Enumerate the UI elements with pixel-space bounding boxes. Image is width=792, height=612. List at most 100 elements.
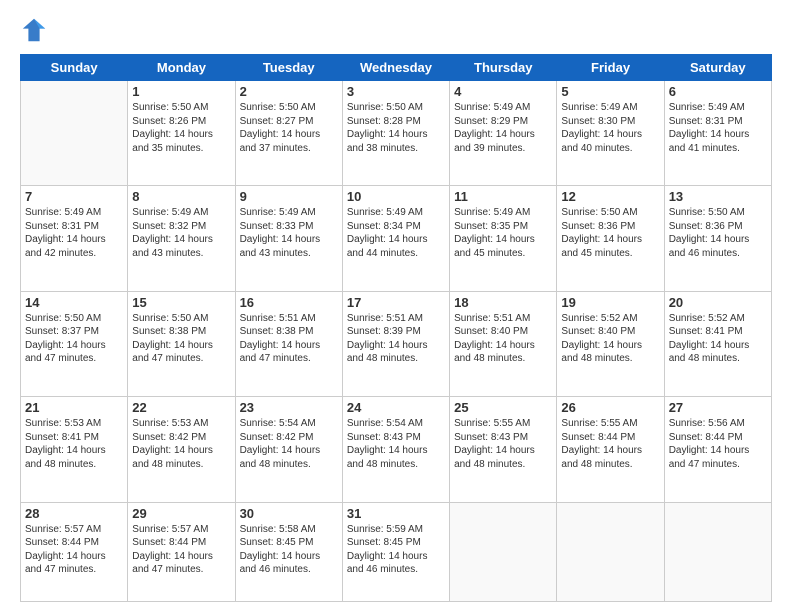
calendar-cell: 14 Sunrise: 5:50 AMSunset: 8:37 PMDayligh… <box>21 291 128 396</box>
weekday-header-wednesday: Wednesday <box>342 55 449 81</box>
calendar-cell: 5 Sunrise: 5:49 AMSunset: 8:30 PMDaylight… <box>557 81 664 186</box>
day-number: 27 <box>669 400 767 415</box>
calendar-cell: 2Sunrise: 5:50 AMSunset: 8:27 PMDaylight… <box>235 81 342 186</box>
week-row-4: 21 Sunrise: 5:53 AMSunset: 8:41 PMDayligh… <box>21 397 772 502</box>
day-number: 17 <box>347 295 445 310</box>
calendar-cell: 7Sunrise: 5:49 AMSunset: 8:31 PMDaylight… <box>21 186 128 291</box>
weekday-header-saturday: Saturday <box>664 55 771 81</box>
weekday-header-friday: Friday <box>557 55 664 81</box>
weekday-header-sunday: Sunday <box>21 55 128 81</box>
day-info: Sunrise: 5:50 AMSunset: 8:38 PMDaylight:… <box>132 312 230 366</box>
calendar-cell: 10 Sunrise: 5:49 AMSunset: 8:34 PMDayligh… <box>342 186 449 291</box>
weekday-header-tuesday: Tuesday <box>235 55 342 81</box>
day-info: Sunrise: 5:49 AMSunset: 8:34 PMDaylight:… <box>347 206 445 260</box>
day-number: 15 <box>132 295 230 310</box>
day-number: 2 <box>240 84 338 99</box>
day-info: Sunrise: 5:51 AMSunset: 8:39 PMDaylight:… <box>347 312 445 366</box>
day-number: 5 <box>561 84 659 99</box>
day-info: Sunrise: 5:57 AMSunset: 8:44 PMDaylight:… <box>25 523 123 577</box>
day-number: 10 <box>347 189 445 204</box>
day-number: 23 <box>240 400 338 415</box>
day-info: Sunrise: 5:49 AMSunset: 8:31 PMDaylight:… <box>25 206 123 260</box>
calendar-cell: 8 Sunrise: 5:49 AMSunset: 8:32 PMDaylight… <box>128 186 235 291</box>
day-number: 28 <box>25 506 123 521</box>
calendar-cell: 16Sunrise: 5:51 AMSunset: 8:38 PMDayligh… <box>235 291 342 396</box>
day-number: 3 <box>347 84 445 99</box>
day-number: 24 <box>347 400 445 415</box>
day-info: Sunrise: 5:59 AMSunset: 8:45 PMDaylight:… <box>347 523 445 577</box>
calendar-cell: 27 Sunrise: 5:56 AMSunset: 8:44 PMDayligh… <box>664 397 771 502</box>
day-info: Sunrise: 5:53 AMSunset: 8:41 PMDaylight:… <box>25 417 123 471</box>
calendar-cell <box>557 502 664 601</box>
day-info: Sunrise: 5:49 AMSunset: 8:32 PMDaylight:… <box>132 206 230 260</box>
calendar-body: 1 Sunrise: 5:50 AMSunset: 8:26 PMDaylight… <box>21 81 772 602</box>
day-info: Sunrise: 5:53 AMSunset: 8:42 PMDaylight:… <box>132 417 230 471</box>
day-info: Sunrise: 5:51 AMSunset: 8:38 PMDaylight:… <box>240 312 338 366</box>
calendar-cell: 31 Sunrise: 5:59 AMSunset: 8:45 PMDayligh… <box>342 502 449 601</box>
day-info: Sunrise: 5:50 AMSunset: 8:36 PMDaylight:… <box>561 206 659 260</box>
day-number: 11 <box>454 189 552 204</box>
day-number: 19 <box>561 295 659 310</box>
day-info: Sunrise: 5:56 AMSunset: 8:44 PMDaylight:… <box>669 417 767 471</box>
day-number: 13 <box>669 189 767 204</box>
week-row-1: 1 Sunrise: 5:50 AMSunset: 8:26 PMDaylight… <box>21 81 772 186</box>
day-info: Sunrise: 5:49 AMSunset: 8:35 PMDaylight:… <box>454 206 552 260</box>
calendar-cell: 9Sunrise: 5:49 AMSunset: 8:33 PMDaylight… <box>235 186 342 291</box>
weekday-header-row: SundayMondayTuesdayWednesdayThursdayFrid… <box>21 55 772 81</box>
day-info: Sunrise: 5:49 AMSunset: 8:29 PMDaylight:… <box>454 101 552 155</box>
day-number: 18 <box>454 295 552 310</box>
day-info: Sunrise: 5:50 AMSunset: 8:36 PMDaylight:… <box>669 206 767 260</box>
day-number: 1 <box>132 84 230 99</box>
weekday-header-monday: Monday <box>128 55 235 81</box>
calendar-cell: 12Sunrise: 5:50 AMSunset: 8:36 PMDayligh… <box>557 186 664 291</box>
day-number: 21 <box>25 400 123 415</box>
day-number: 4 <box>454 84 552 99</box>
day-number: 20 <box>669 295 767 310</box>
day-info: Sunrise: 5:50 AMSunset: 8:28 PMDaylight:… <box>347 101 445 155</box>
day-info: Sunrise: 5:52 AMSunset: 8:41 PMDaylight:… <box>669 312 767 366</box>
week-row-3: 14 Sunrise: 5:50 AMSunset: 8:37 PMDayligh… <box>21 291 772 396</box>
calendar-cell: 3 Sunrise: 5:50 AMSunset: 8:28 PMDaylight… <box>342 81 449 186</box>
day-number: 30 <box>240 506 338 521</box>
logo <box>20 16 50 44</box>
day-info: Sunrise: 5:49 AMSunset: 8:30 PMDaylight:… <box>561 101 659 155</box>
day-number: 31 <box>347 506 445 521</box>
calendar-cell: 30 Sunrise: 5:58 AMSunset: 8:45 PMDayligh… <box>235 502 342 601</box>
page: SundayMondayTuesdayWednesdayThursdayFrid… <box>0 0 792 612</box>
calendar-cell <box>21 81 128 186</box>
day-number: 26 <box>561 400 659 415</box>
day-info: Sunrise: 5:50 AMSunset: 8:37 PMDaylight:… <box>25 312 123 366</box>
day-info: Sunrise: 5:58 AMSunset: 8:45 PMDaylight:… <box>240 523 338 577</box>
calendar-cell: 23 Sunrise: 5:54 AMSunset: 8:42 PMDayligh… <box>235 397 342 502</box>
week-row-2: 7Sunrise: 5:49 AMSunset: 8:31 PMDaylight… <box>21 186 772 291</box>
calendar-cell: 20 Sunrise: 5:52 AMSunset: 8:41 PMDayligh… <box>664 291 771 396</box>
weekday-header-thursday: Thursday <box>450 55 557 81</box>
day-info: Sunrise: 5:49 AMSunset: 8:33 PMDaylight:… <box>240 206 338 260</box>
day-info: Sunrise: 5:54 AMSunset: 8:42 PMDaylight:… <box>240 417 338 471</box>
calendar-cell: 11 Sunrise: 5:49 AMSunset: 8:35 PMDayligh… <box>450 186 557 291</box>
day-info: Sunrise: 5:51 AMSunset: 8:40 PMDaylight:… <box>454 312 552 366</box>
logo-icon <box>20 16 48 44</box>
day-number: 6 <box>669 84 767 99</box>
calendar-table: SundayMondayTuesdayWednesdayThursdayFrid… <box>20 54 772 602</box>
calendar-cell: 26 Sunrise: 5:55 AMSunset: 8:44 PMDayligh… <box>557 397 664 502</box>
day-number: 22 <box>132 400 230 415</box>
day-number: 14 <box>25 295 123 310</box>
day-info: Sunrise: 5:50 AMSunset: 8:26 PMDaylight:… <box>132 101 230 155</box>
day-info: Sunrise: 5:55 AMSunset: 8:44 PMDaylight:… <box>561 417 659 471</box>
calendar-cell: 6 Sunrise: 5:49 AMSunset: 8:31 PMDaylight… <box>664 81 771 186</box>
day-info: Sunrise: 5:49 AMSunset: 8:31 PMDaylight:… <box>669 101 767 155</box>
calendar-cell: 13 Sunrise: 5:50 AMSunset: 8:36 PMDayligh… <box>664 186 771 291</box>
calendar-cell: 22 Sunrise: 5:53 AMSunset: 8:42 PMDayligh… <box>128 397 235 502</box>
calendar-cell: 19 Sunrise: 5:52 AMSunset: 8:40 PMDayligh… <box>557 291 664 396</box>
day-info: Sunrise: 5:52 AMSunset: 8:40 PMDaylight:… <box>561 312 659 366</box>
day-info: Sunrise: 5:57 AMSunset: 8:44 PMDaylight:… <box>132 523 230 577</box>
calendar-cell <box>450 502 557 601</box>
header <box>20 16 772 44</box>
day-number: 8 <box>132 189 230 204</box>
day-info: Sunrise: 5:55 AMSunset: 8:43 PMDaylight:… <box>454 417 552 471</box>
day-info: Sunrise: 5:54 AMSunset: 8:43 PMDaylight:… <box>347 417 445 471</box>
calendar-cell: 15 Sunrise: 5:50 AMSunset: 8:38 PMDayligh… <box>128 291 235 396</box>
calendar-cell: 18 Sunrise: 5:51 AMSunset: 8:40 PMDayligh… <box>450 291 557 396</box>
day-number: 29 <box>132 506 230 521</box>
